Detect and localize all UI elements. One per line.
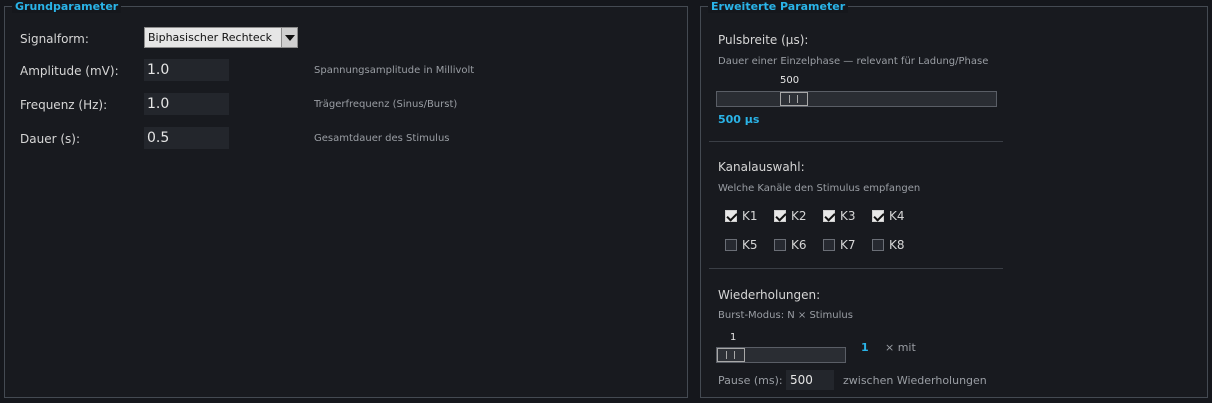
wiederholungen-hint: Burst-Modus: N × Stimulus: [718, 310, 853, 321]
channel-checkbox-k2[interactable]: [774, 210, 786, 222]
amplitude-input[interactable]: 1.0: [144, 59, 229, 81]
channel-checkbox-k8[interactable]: [872, 239, 884, 251]
channel-label-k4[interactable]: K4: [889, 209, 905, 223]
pulsbreite-label: Pulsbreite (µs):: [718, 33, 809, 47]
pulsbreite-display: 500 µs: [718, 113, 760, 126]
wiederholungen-suffix: × mit: [885, 341, 916, 354]
channel-checkbox-k5[interactable]: [725, 239, 737, 251]
erweiterte-parameter-title: Erweiterte Parameter: [708, 0, 849, 13]
channel-checkbox-k4[interactable]: [872, 210, 884, 222]
signalform-value: Biphasischer Rechteck: [148, 31, 273, 44]
frequenz-hint: Trägerfrequenz (Sinus/Burst): [314, 99, 458, 110]
channel-label-k5[interactable]: K5: [742, 238, 758, 252]
pulsbreite-slider-thumb[interactable]: [780, 92, 808, 106]
kanalauswahl-hint: Welche Kanäle den Stimulus empfangen: [718, 183, 921, 194]
pause-input[interactable]: 500: [786, 370, 834, 390]
frequenz-label: Frequenz (Hz):: [20, 98, 108, 112]
amplitude-hint: Spannungsamplitude in Millivolt: [314, 65, 475, 76]
frequenz-input[interactable]: 1.0: [144, 93, 229, 115]
signalform-select[interactable]: Biphasischer Rechteck: [144, 27, 298, 48]
divider: [709, 141, 1003, 142]
chevron-down-icon[interactable]: [281, 28, 297, 47]
pause-label: Pause (ms):: [718, 374, 783, 387]
grundparameter-title: Grundparameter: [12, 0, 122, 13]
channel-label-k6[interactable]: K6: [791, 238, 807, 252]
channel-checkbox-k3[interactable]: [823, 210, 835, 222]
channel-label-k2[interactable]: K2: [791, 209, 807, 223]
pulsbreite-hint: Dauer einer Einzelphase — relevant für L…: [718, 56, 989, 67]
dauer-hint: Gesamtdauer des Stimulus: [314, 133, 450, 144]
channel-checkbox-k7[interactable]: [823, 239, 835, 251]
channel-label-k8[interactable]: K8: [889, 238, 905, 252]
channel-checkbox-k6[interactable]: [774, 239, 786, 251]
wiederholungen-label: Wiederholungen:: [718, 288, 821, 302]
erweiterte-parameter-group: Erweiterte Parameter Pulsbreite (µs): Da…: [700, 0, 1208, 398]
channel-checkbox-k1[interactable]: [725, 210, 737, 222]
wiederholungen-slider[interactable]: [716, 347, 846, 363]
dauer-input[interactable]: 0.5: [144, 127, 229, 149]
grundparameter-group: Grundparameter Signalform: Biphasischer …: [4, 0, 688, 398]
divider: [709, 268, 1003, 269]
pause-suffix: zwischen Wiederholungen: [843, 374, 987, 387]
pulsbreite-slider[interactable]: [716, 91, 997, 107]
channel-label-k3[interactable]: K3: [840, 209, 856, 223]
signalform-label: Signalform:: [20, 32, 89, 46]
pulsbreite-slider-value: 500: [780, 75, 800, 86]
wiederholungen-slider-value: 1: [730, 332, 737, 343]
wiederholungen-slider-thumb[interactable]: [717, 348, 745, 362]
dauer-label: Dauer (s):: [20, 132, 80, 146]
channel-label-k7[interactable]: K7: [840, 238, 856, 252]
wiederholungen-display: 1: [861, 341, 869, 354]
channel-label-k1[interactable]: K1: [742, 209, 758, 223]
kanalauswahl-label: Kanalauswahl:: [718, 160, 805, 174]
amplitude-label: Amplitude (mV):: [20, 64, 119, 78]
